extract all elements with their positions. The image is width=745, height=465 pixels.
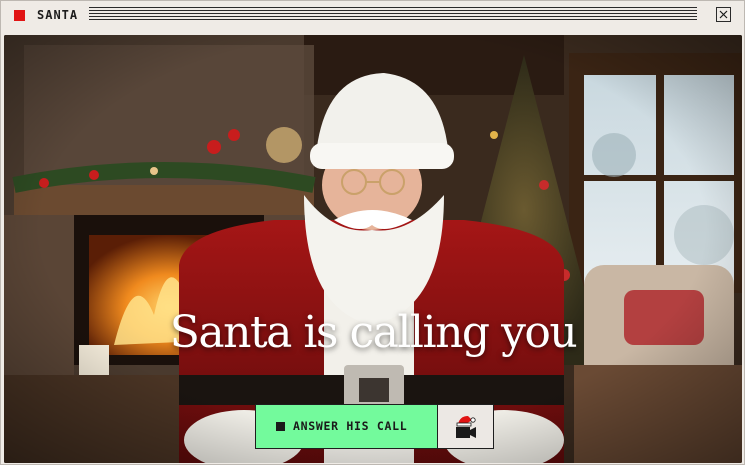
title-bar-drag-grip[interactable] (89, 7, 697, 21)
close-icon (719, 10, 728, 19)
title-bar[interactable]: SANTA (1, 1, 744, 31)
close-button[interactable] (716, 7, 731, 22)
app-red-square-icon (14, 10, 25, 21)
video-call-button[interactable] (437, 404, 494, 449)
window-title: SANTA (37, 8, 79, 22)
incoming-call-headline: Santa is calling you (169, 307, 578, 358)
stop-square-icon (276, 422, 285, 431)
answer-call-label: ANSWER HIS CALL (293, 419, 408, 433)
app-window: SANTA Santa is calling you ANSWER HIS CA… (0, 0, 745, 465)
santa-scene-illustration (4, 35, 742, 463)
santa-hat-video-camera-icon (456, 416, 476, 438)
answer-call-button[interactable]: ANSWER HIS CALL (255, 404, 438, 449)
santa-video-preview: Santa is calling you ANSWER HIS CALL (4, 35, 742, 463)
